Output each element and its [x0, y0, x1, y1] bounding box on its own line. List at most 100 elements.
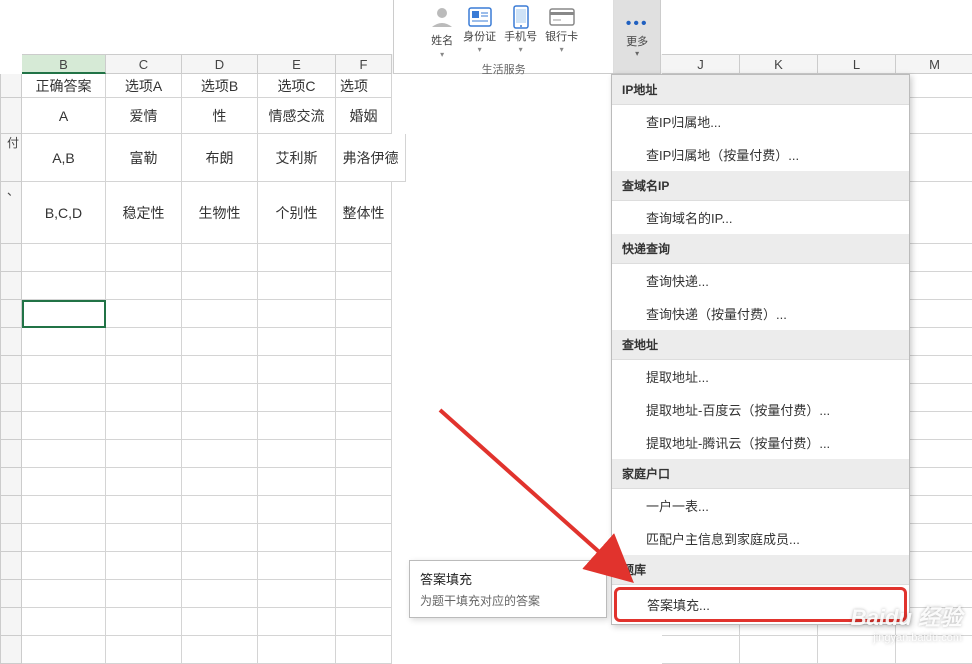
row-header[interactable] — [0, 272, 22, 300]
cell[interactable] — [22, 580, 106, 608]
row-header[interactable] — [0, 608, 22, 636]
row-header[interactable] — [0, 328, 22, 356]
cell[interactable] — [22, 384, 106, 412]
dd-item-ip-lookup-paid[interactable]: 查IP归属地（按量付费）... — [612, 138, 909, 171]
row-header[interactable] — [0, 440, 22, 468]
dd-item-express[interactable]: 查询快递... — [612, 264, 909, 297]
row-header[interactable] — [0, 496, 22, 524]
col-header-M[interactable]: M — [896, 54, 972, 74]
cell[interactable] — [22, 636, 106, 664]
cell[interactable] — [182, 636, 258, 664]
dd-item-household-match[interactable]: 匹配户主信息到家庭成员... — [612, 522, 909, 555]
id-button[interactable]: 身份证 ▾ — [463, 4, 496, 59]
cell[interactable]: 选项C — [258, 74, 336, 98]
row-header[interactable] — [0, 580, 22, 608]
cell[interactable]: A,B — [22, 134, 106, 182]
cell[interactable] — [258, 272, 336, 300]
cell[interactable] — [22, 356, 106, 384]
cell[interactable] — [336, 412, 392, 440]
cell[interactable] — [106, 552, 182, 580]
cell[interactable] — [106, 496, 182, 524]
cell[interactable] — [258, 468, 336, 496]
more-button[interactable]: ••• 更多 ▾ — [614, 0, 660, 73]
row-header[interactable] — [0, 244, 22, 272]
cell[interactable] — [106, 412, 182, 440]
cell[interactable] — [336, 328, 392, 356]
cell[interactable]: 选项A — [106, 74, 182, 98]
cell[interactable] — [182, 356, 258, 384]
cell[interactable] — [22, 272, 106, 300]
cell[interactable] — [106, 608, 182, 636]
cell[interactable] — [106, 580, 182, 608]
dd-item-extract-addr-tencent[interactable]: 提取地址-腾讯云（按量付费）... — [612, 426, 909, 459]
dd-item-domain-ip[interactable]: 查询域名的IP... — [612, 201, 909, 234]
cell[interactable]: 正确答案 — [22, 74, 106, 98]
cell[interactable] — [22, 244, 106, 272]
cell[interactable] — [106, 272, 182, 300]
cell[interactable]: 性 — [182, 98, 258, 134]
cell[interactable] — [258, 608, 336, 636]
cell[interactable] — [182, 608, 258, 636]
dd-item-express-paid[interactable]: 查询快递（按量付费）... — [612, 297, 909, 330]
cell[interactable]: A — [22, 98, 106, 134]
cell[interactable]: 布朗 — [182, 134, 258, 182]
cell[interactable] — [106, 636, 182, 664]
row-header[interactable] — [0, 74, 22, 98]
cell[interactable] — [182, 552, 258, 580]
cell[interactable] — [336, 524, 392, 552]
col-header-J[interactable]: J — [662, 54, 740, 74]
dd-item-answer-fill[interactable]: 答案填充... — [614, 587, 907, 622]
cell[interactable] — [106, 440, 182, 468]
cell[interactable] — [258, 580, 336, 608]
cell[interactable] — [182, 580, 258, 608]
phone-button[interactable]: 手机号 ▾ — [504, 4, 537, 59]
cell[interactable]: 选项 — [336, 74, 392, 98]
col-header-C[interactable]: C — [106, 54, 182, 74]
cell[interactable] — [336, 300, 392, 328]
cell[interactable] — [182, 496, 258, 524]
cell[interactable] — [896, 636, 972, 664]
row-header[interactable] — [0, 524, 22, 552]
cell[interactable]: 生物性 — [182, 182, 258, 244]
cell[interactable]: 富勒 — [106, 134, 182, 182]
row-header[interactable]: 付 — [0, 134, 22, 182]
cell[interactable] — [258, 496, 336, 524]
cell[interactable] — [106, 244, 182, 272]
row-header[interactable]: 、 — [0, 182, 22, 244]
cell[interactable] — [182, 440, 258, 468]
cell[interactable] — [22, 496, 106, 524]
cell[interactable] — [336, 272, 392, 300]
cell[interactable] — [258, 412, 336, 440]
card-button[interactable]: 银行卡 ▾ — [545, 4, 578, 59]
cell[interactable] — [106, 384, 182, 412]
cell[interactable] — [106, 300, 182, 328]
row-header[interactable] — [0, 636, 22, 664]
dd-item-extract-addr[interactable]: 提取地址... — [612, 360, 909, 393]
cell[interactable] — [258, 636, 336, 664]
cell[interactable] — [258, 384, 336, 412]
cell[interactable] — [106, 468, 182, 496]
col-header-B[interactable]: B — [22, 54, 106, 74]
cell[interactable] — [662, 636, 740, 664]
cell[interactable] — [258, 328, 336, 356]
col-header-L[interactable]: L — [818, 54, 896, 74]
cell[interactable] — [336, 552, 392, 580]
cell[interactable] — [22, 328, 106, 356]
cell[interactable]: 弗洛伊德 — [336, 134, 406, 182]
cell[interactable]: 爱情 — [106, 98, 182, 134]
dd-item-extract-addr-baidu[interactable]: 提取地址-百度云（按量付费）... — [612, 393, 909, 426]
row-header[interactable] — [0, 552, 22, 580]
col-header-F[interactable]: F — [336, 54, 392, 74]
cell[interactable] — [22, 608, 106, 636]
cell[interactable] — [182, 384, 258, 412]
cell[interactable] — [106, 524, 182, 552]
cell[interactable] — [22, 524, 106, 552]
cell[interactable]: 个别性 — [258, 182, 336, 244]
cell[interactable]: 婚姻 — [336, 98, 392, 134]
cell[interactable] — [258, 300, 336, 328]
cell[interactable] — [740, 636, 818, 664]
col-header-K[interactable]: K — [740, 54, 818, 74]
cell[interactable] — [22, 552, 106, 580]
cell[interactable] — [336, 244, 392, 272]
col-header-E[interactable]: E — [258, 54, 336, 74]
